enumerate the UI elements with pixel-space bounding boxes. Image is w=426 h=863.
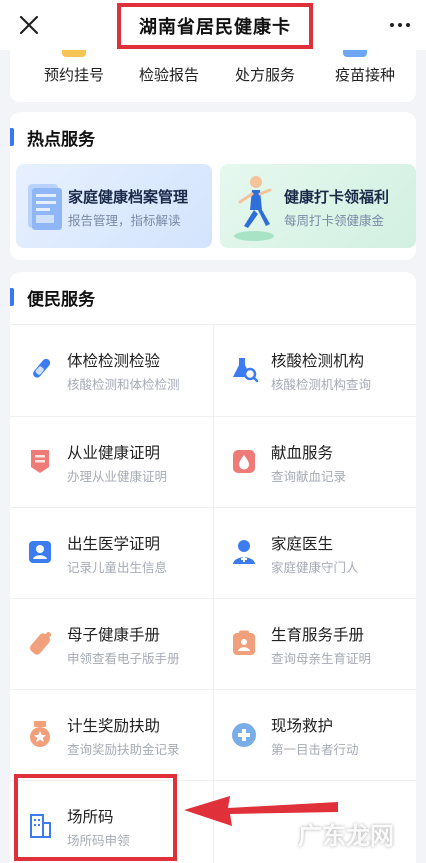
service-birth-certificate[interactable]: 出生医学证明 记录儿童出生信息	[10, 508, 213, 598]
service-desc: 记录儿童出生信息	[67, 560, 168, 575]
service-blood-donation[interactable]: 献血服务 查询献血记录	[214, 417, 416, 507]
more-options-icon[interactable]	[386, 13, 414, 37]
maternity-handbook-icon	[233, 630, 255, 655]
promo-subtitle: 每周打卡领健康金	[284, 213, 385, 228]
quick-action-vaccination[interactable]: 疫苗接种	[325, 64, 405, 85]
quick-action-prescription[interactable]: 处方服务	[225, 64, 305, 85]
runner-illustration	[234, 176, 274, 241]
service-family-planning-award[interactable]: 计生奖励扶助 查询奖励扶助金记录	[10, 690, 213, 780]
section-title: 便民服务	[27, 289, 95, 310]
service-first-aid[interactable]: 现场救护 第一目击者行动	[214, 690, 416, 780]
section-title: 热点服务	[27, 129, 95, 150]
service-desc: 第一目击者行动	[271, 742, 359, 757]
health-record-illustration	[28, 184, 62, 230]
service-name: 从业健康证明	[67, 444, 161, 462]
service-name: 献血服务	[271, 444, 334, 462]
certificate-icon	[31, 450, 49, 473]
promo-title: 健康打卡领福利	[284, 188, 390, 206]
service-name: 家庭医生	[271, 535, 334, 553]
calendar-icon	[62, 50, 86, 57]
first-aid-icon	[232, 723, 256, 747]
service-name: 现场救护	[271, 717, 334, 735]
hot-services-heading: 热点服务	[10, 126, 95, 150]
birth-certificate-icon	[29, 541, 51, 563]
doctor-icon	[233, 540, 255, 564]
service-desc: 办理从业健康证明	[67, 469, 168, 484]
service-employment-health-cert[interactable]: 从业健康证明 办理从业健康证明	[10, 417, 213, 507]
promo-health-checkin[interactable]: 健康打卡领福利 每周打卡领健康金	[220, 164, 416, 248]
promo-title: 家庭健康档案管理	[68, 188, 189, 206]
service-desc: 查询献血记录	[271, 469, 347, 484]
service-name: 生育服务手册	[271, 626, 365, 644]
service-family-doctor[interactable]: 家庭医生 家庭健康守门人	[214, 508, 416, 598]
service-mother-child-handbook[interactable]: 母子健康手册 申领查看电子版手册	[10, 599, 213, 689]
quick-actions-card: 预约挂号 检验报告 处方服务 疫苗接种	[10, 50, 416, 102]
service-desc: 申领查看电子版手册	[67, 651, 180, 666]
baby-bottle-icon	[29, 632, 52, 655]
lab-search-icon	[233, 358, 258, 383]
vaccine-icon	[343, 50, 367, 57]
test-tube-icon	[33, 358, 51, 378]
service-maternity-handbook[interactable]: 生育服务手册 查询母亲生育证明	[214, 599, 416, 689]
page-title-highlight: 湖南省居民健康卡	[117, 3, 313, 49]
service-desc: 核酸检测机构查询	[271, 377, 372, 392]
quick-action-lab-report[interactable]: 检验报告	[129, 64, 209, 85]
section-accent-bar	[10, 288, 14, 306]
service-desc: 查询奖励扶助金记录	[67, 742, 180, 757]
service-physical-exam[interactable]: 体检检测检验 核酸检测和体检检测	[10, 325, 213, 415]
service-name: 母子健康手册	[67, 626, 161, 644]
service-desc: 核酸检测和体检检测	[67, 377, 180, 392]
service-name: 核酸检测机构	[271, 352, 365, 370]
page-title: 湖南省居民健康卡	[139, 17, 291, 38]
venue-code-highlight	[14, 774, 177, 861]
service-name: 计生奖励扶助	[67, 717, 161, 735]
promo-health-record[interactable]: 家庭健康档案管理 报告管理，指标解读	[16, 164, 212, 248]
service-name: 出生医学证明	[67, 535, 161, 553]
promo-subtitle: 报告管理，指标解读	[68, 213, 181, 228]
watermark: 广东龙网	[298, 822, 394, 850]
award-medal-icon	[30, 721, 50, 747]
service-desc: 查询母亲生育证明	[271, 651, 372, 666]
service-nucleic-acid-institution[interactable]: 核酸检测机构 核酸检测机构查询	[214, 325, 416, 415]
convenience-services-heading: 便民服务	[10, 286, 95, 310]
service-name: 体检检测检验	[67, 352, 161, 370]
top-bar: 湖南省居民健康卡	[0, 0, 426, 50]
quick-action-appointment[interactable]: 预约挂号	[34, 64, 114, 85]
section-accent-bar	[10, 128, 14, 146]
close-icon[interactable]	[16, 12, 42, 38]
blood-drop-icon	[233, 450, 255, 473]
hot-services-card: 热点服务 家庭健康档案管理 报告管理，指标解读 健康打卡领福利 每周打卡领健康金	[10, 112, 416, 260]
service-desc: 家庭健康守门人	[271, 560, 359, 575]
